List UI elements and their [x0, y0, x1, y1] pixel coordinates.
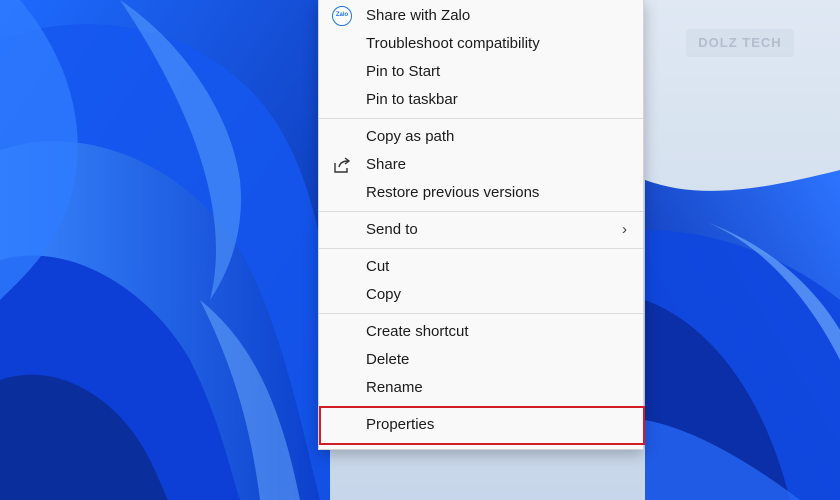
menu-item-rename[interactable]: Rename [319, 374, 643, 402]
menu-item-label: Send to [366, 221, 418, 238]
menu-item-label: Create shortcut [366, 323, 469, 340]
menu-separator [319, 118, 643, 119]
menu-separator [319, 211, 643, 212]
menu-item-restore-previous-versions[interactable]: Restore previous versions [319, 179, 643, 207]
menu-item-label: Restore previous versions [366, 184, 540, 201]
menu-item-label: Copy as path [366, 128, 455, 145]
menu-item-copy[interactable]: Copy [319, 281, 643, 309]
menu-separator [319, 248, 643, 249]
menu-item-cut[interactable]: Cut [319, 253, 643, 281]
menu-item-copy-as-path[interactable]: Copy as path [319, 123, 643, 151]
menu-item-label: Cut [366, 258, 390, 275]
share-icon [332, 155, 352, 175]
menu-item-create-shortcut[interactable]: Create shortcut [319, 318, 643, 346]
properties-highlight-box [319, 406, 645, 445]
chevron-right-icon: › [622, 221, 627, 238]
menu-item-send-to[interactable]: Send to › [319, 216, 643, 244]
menu-item-pin-to-start[interactable]: Pin to Start [319, 58, 643, 86]
menu-separator [319, 313, 643, 314]
menu-item-pin-to-taskbar[interactable]: Pin to taskbar [319, 86, 643, 114]
menu-item-label: Pin to Start [366, 63, 441, 80]
menu-item-label: Rename [366, 379, 423, 396]
desktop: DOLZ TECH Zalo Share with Zalo Troublesh… [0, 0, 840, 500]
menu-item-label: Share with Zalo [366, 7, 471, 24]
menu-item-delete[interactable]: Delete [319, 346, 643, 374]
watermark-logo: DOLZ TECH [686, 29, 794, 57]
menu-item-share[interactable]: Share [319, 151, 643, 179]
menu-item-share-with-zalo[interactable]: Zalo Share with Zalo [319, 2, 643, 30]
zalo-icon: Zalo [332, 6, 352, 26]
menu-item-troubleshoot-compatibility[interactable]: Troubleshoot compatibility [319, 30, 643, 58]
context-menu: Zalo Share with Zalo Troubleshoot compat… [318, 0, 644, 450]
menu-item-label: Troubleshoot compatibility [366, 35, 540, 52]
menu-item-label: Share [366, 156, 407, 173]
menu-item-label: Delete [366, 351, 410, 368]
menu-item-label: Copy [366, 286, 402, 303]
menu-item-label: Pin to taskbar [366, 91, 458, 108]
